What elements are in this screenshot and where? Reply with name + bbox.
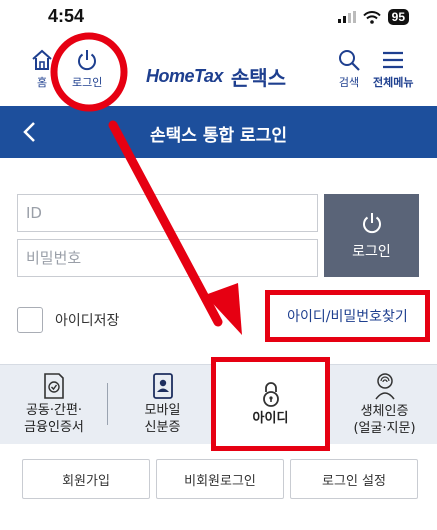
signup-button[interactable]: 회원가입 [22,459,150,499]
password-input[interactable] [18,240,317,276]
status-time: 4:54 [48,6,85,26]
fingerprint-face-icon [374,373,395,400]
hometax-logo[interactable]: HomeTax 손택스 [146,62,286,91]
tab-id-selected[interactable]: 아이디 [211,357,330,451]
header-login-button[interactable]: 로그인 [72,48,102,90]
battery-indicator: 95 [387,9,409,25]
home-button[interactable]: 홈 [30,48,54,90]
mobile-id-icon [152,373,173,400]
logo-text-ko: 손택스 [230,66,287,90]
page-title: 손택스 통합 로그인 [150,126,287,146]
login-submit-button[interactable]: 로그인 [324,194,419,277]
certificate-icon [44,373,64,399]
save-id-checkbox[interactable] [17,307,43,333]
signal-icon [337,11,356,23]
guest-login-button[interactable]: 비회원로그인 [156,459,284,499]
login-submit-label: 로그인 [352,243,391,260]
header-login-label: 로그인 [72,76,103,89]
login-settings-button[interactable]: 로그인 설정 [290,459,418,499]
power-icon [78,50,97,71]
tab-mobile-id-label: 모바일 신분증 [144,403,181,435]
search-label: 검색 [338,76,360,89]
wifi-icon [362,10,381,24]
tab-divider [107,383,108,425]
save-id-label: 아이디저장 [55,313,120,329]
title-bar: 손택스 통합 로그인 [0,106,437,158]
tab-biometric[interactable]: 생체인증 (얼굴·지문) [332,365,437,445]
full-menu-label: 전체메뉴 [373,76,414,89]
id-field-wrapper [17,194,318,232]
lock-icon [262,381,279,407]
tab-biometric-label: 생체인증 (얼굴·지문) [353,404,416,436]
password-field-wrapper [17,239,318,277]
tab-mobile-id[interactable]: 모바일 신분증 [110,365,215,445]
tab-id-label: 아이디 [252,410,289,426]
find-id-password-link[interactable]: 아이디/비밀번호찾기 [265,290,430,342]
status-icons: 95 [337,9,409,25]
auth-method-tabs: 공동·간편· 금융인증서 모바일 신분증 아이디 생체인증 (얼굴·지문) [0,357,437,451]
home-label: 홈 [36,76,48,89]
home-icon [32,49,52,70]
search-button[interactable]: 검색 [337,48,361,90]
status-bar: 4:54 95 [0,0,437,36]
id-input[interactable] [18,195,317,231]
logo-text-en: HomeTax [146,66,223,86]
tab-certificate-label: 공동·간편· 금융인증서 [24,403,84,435]
search-icon [339,50,360,71]
app-header: 홈 로그인 HomeTax 손택스 검색 전체메뉴 [0,38,437,104]
tab-certificate[interactable]: 공동·간편· 금융인증서 [0,365,108,445]
full-menu-button[interactable]: 전체메뉴 [373,48,413,90]
save-id-option[interactable]: 아이디저장 [17,307,119,333]
hamburger-menu-icon [383,51,404,69]
annotation-arrow-head [205,283,242,335]
power-icon [362,212,381,233]
